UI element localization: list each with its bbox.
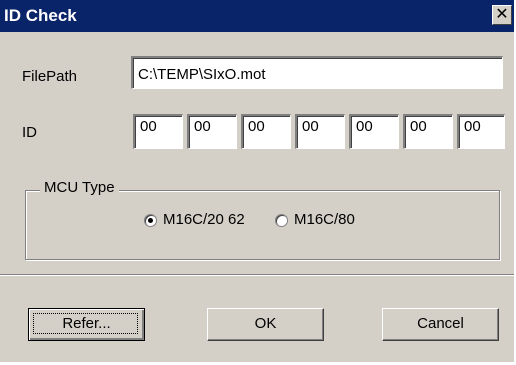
filepath-input[interactable] <box>131 56 503 89</box>
id-field-6[interactable]: 00 <box>403 114 453 149</box>
refer-button[interactable]: Refer... <box>28 308 145 341</box>
cancel-button[interactable]: Cancel <box>382 308 499 341</box>
focus-rect <box>33 313 138 334</box>
radio-m16c-20-62-label[interactable]: M16C/20 62 <box>163 211 245 228</box>
id-label: ID <box>22 124 37 141</box>
radio-m16c-20-62[interactable] <box>144 214 157 227</box>
id-field-4[interactable]: 00 <box>295 114 345 149</box>
mcu-type-group <box>25 190 500 260</box>
radio-m16c-80-label[interactable]: M16C/80 <box>294 211 355 228</box>
window-title: ID Check <box>4 6 77 25</box>
cancel-button-label: Cancel <box>417 315 464 332</box>
id-field-3[interactable]: 00 <box>241 114 291 149</box>
radio-m16c-80[interactable] <box>275 214 288 227</box>
close-button[interactable]: ✕ <box>492 5 512 25</box>
id-field-5[interactable]: 00 <box>349 114 399 149</box>
id-check-dialog: ID Check ✕ FilePath ID 00 00 00 00 00 00… <box>0 0 514 362</box>
ok-button[interactable]: OK <box>207 308 324 341</box>
title-bar[interactable]: ID Check ✕ <box>0 0 514 32</box>
close-icon: ✕ <box>495 6 509 23</box>
ok-button-label: OK <box>254 315 277 332</box>
id-field-1[interactable]: 00 <box>133 114 183 149</box>
filepath-label: FilePath <box>22 68 78 85</box>
separator-highlight <box>0 275 514 276</box>
id-field-7[interactable]: 00 <box>457 114 505 149</box>
id-field-2[interactable]: 00 <box>187 114 237 149</box>
radio-selected-dot <box>148 218 153 223</box>
mcu-type-label: MCU Type <box>40 179 119 196</box>
